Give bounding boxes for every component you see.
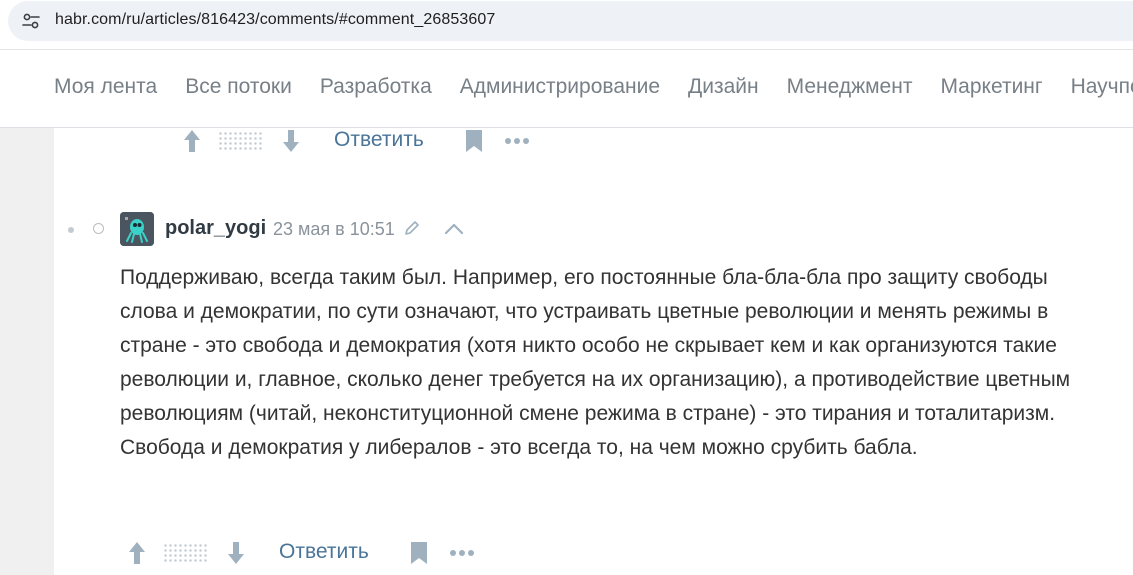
arrow-up-icon[interactable] <box>180 127 204 155</box>
bookmark-icon[interactable] <box>464 129 484 153</box>
arrow-up-icon[interactable] <box>125 539 149 567</box>
nav-item-development[interactable]: Разработка <box>320 75 432 99</box>
vote-score-hidden <box>163 543 209 563</box>
comment-datetime[interactable]: 23 мая в 10:51 <box>273 219 395 240</box>
nav-item-management[interactable]: Менеджмент <box>787 75 913 99</box>
nav-item-my-feed[interactable]: Моя лента <box>54 75 157 99</box>
nav-item-administration[interactable]: Администрирование <box>460 75 660 99</box>
prev-comment-actions: Ответить <box>0 127 560 157</box>
thread-dot <box>68 227 74 233</box>
nav-list: Моя лента Все потоки Разработка Админист… <box>54 75 1133 99</box>
comment-text: Поддерживаю, всегда таким был. Например,… <box>120 266 1071 459</box>
more-icon[interactable] <box>449 549 477 557</box>
url-field[interactable]: habr.com/ru/articles/816423/comments/#co… <box>8 1 1133 41</box>
comment-actions: Ответить <box>0 539 500 569</box>
nav-item-popsci[interactable]: Научпоп <box>1071 75 1133 99</box>
arrow-down-icon[interactable] <box>224 539 248 567</box>
thread-ring[interactable] <box>93 223 104 234</box>
vote-score-hidden <box>218 131 264 151</box>
bookmark-icon[interactable] <box>409 541 429 565</box>
url-text[interactable]: habr.com/ru/articles/816423/comments/#co… <box>55 11 495 29</box>
avatar[interactable] <box>120 212 154 246</box>
comment-author[interactable]: polar_yogi <box>165 217 266 240</box>
reply-button[interactable]: Ответить <box>334 128 424 152</box>
tune-icon[interactable] <box>21 11 41 31</box>
avatar-creature-icon <box>120 212 154 246</box>
arrow-down-icon[interactable] <box>279 127 303 155</box>
nav-item-all-streams[interactable]: Все потоки <box>185 75 292 99</box>
browser-address-bar: habr.com/ru/articles/816423/comments/#co… <box>0 0 1133 50</box>
reply-button[interactable]: Ответить <box>279 540 369 564</box>
more-icon[interactable] <box>504 137 532 145</box>
chevron-up-icon[interactable] <box>443 221 465 237</box>
nav-item-marketing[interactable]: Маркетинг <box>940 75 1042 99</box>
site-navigation: Моя лента Все потоки Разработка Админист… <box>0 50 1133 128</box>
nav-item-design[interactable]: Дизайн <box>688 75 759 99</box>
edit-icon <box>405 221 419 235</box>
